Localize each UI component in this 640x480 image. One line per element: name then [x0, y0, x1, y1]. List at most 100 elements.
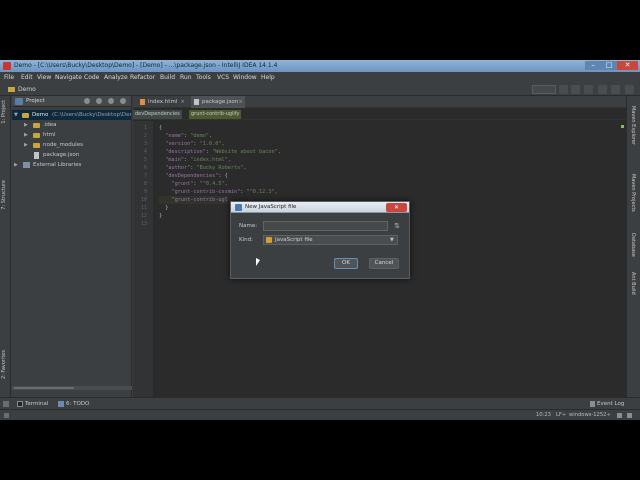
menu-window[interactable]: Window: [233, 73, 257, 82]
tool-tab-maven-explorer[interactable]: Maven Explorer: [630, 106, 636, 145]
tab-package-json[interactable]: package.json ×: [191, 96, 245, 108]
tool-tab-favorites[interactable]: 2: Favorites: [1, 350, 7, 379]
close-tab-icon[interactable]: ×: [238, 96, 243, 108]
expand-arrow-icon[interactable]: ▶: [24, 140, 28, 150]
name-input[interactable]: [263, 221, 388, 231]
menu-navigate[interactable]: Navigate: [55, 73, 82, 82]
inspection-ok-icon[interactable]: [621, 125, 624, 128]
tool-tab-structure[interactable]: 7: Structure: [1, 180, 7, 210]
file-encoding[interactable]: windows-1252÷: [569, 410, 611, 420]
collapse-arrow-icon[interactable]: ▼: [14, 110, 18, 120]
inspector-icon[interactable]: [627, 413, 632, 418]
lock-icon[interactable]: [617, 413, 622, 418]
expand-arrow-icon[interactable]: ▶: [14, 160, 18, 170]
tree-item-idea[interactable]: ▶ .idea: [12, 120, 131, 130]
code-line[interactable]: {: [159, 124, 162, 132]
scrollbar-thumb[interactable]: [14, 387, 74, 389]
close-tab-icon[interactable]: ×: [180, 96, 185, 108]
project-view-icon: [15, 98, 23, 105]
nav-breadcrumb-demo[interactable]: Demo: [18, 85, 36, 94]
menu-analyze[interactable]: Analyze: [104, 73, 128, 82]
minimize-button[interactable]: –: [585, 61, 601, 70]
menu-view[interactable]: View: [37, 73, 51, 82]
tool-tab-maven-projects[interactable]: Maven Projects: [630, 174, 636, 212]
menu-build[interactable]: Build: [160, 73, 175, 82]
code-line[interactable]: "version": "1.0.0",: [159, 140, 224, 148]
menu-help[interactable]: Help: [261, 73, 275, 82]
tree-label: html: [43, 132, 56, 138]
code-line[interactable]: "description": "Website about bacon",: [159, 148, 281, 156]
menu-tools[interactable]: Tools: [196, 73, 211, 82]
settings-icon[interactable]: [598, 85, 607, 94]
tool-tab-project[interactable]: 1: Project: [1, 100, 7, 124]
code-line[interactable]: "main": "index.html",: [159, 156, 231, 164]
gear-icon[interactable]: [108, 98, 114, 104]
help-icon[interactable]: [625, 85, 634, 94]
sync-icon[interactable]: [84, 98, 90, 104]
code-line-current[interactable]: "grunt-contrib-ugl: [159, 196, 228, 204]
menu-edit[interactable]: Edit: [21, 73, 33, 82]
menu-refactor[interactable]: Refactor: [130, 73, 155, 82]
dialog-title-bar: New JavaScript file ✕: [231, 202, 409, 213]
line-separator[interactable]: LF÷: [556, 410, 566, 420]
tool-tab-ant-build[interactable]: Ant Build: [630, 272, 636, 295]
code-line[interactable]: }: [159, 204, 168, 212]
folder-icon: [33, 133, 40, 138]
json-value: "1.0.0": [199, 141, 222, 147]
menu-code[interactable]: Code: [84, 73, 99, 82]
cancel-button[interactable]: Cancel: [369, 258, 399, 269]
close-window-button[interactable]: ✕: [617, 61, 638, 70]
maximize-button[interactable]: □: [601, 61, 617, 70]
json-key: "description": [165, 149, 206, 155]
dialog-close-button[interactable]: ✕: [386, 203, 407, 212]
tree-item-node-modules[interactable]: ▶ node_modules: [12, 140, 131, 150]
tree-item-package-json[interactable]: package.json: [12, 150, 131, 160]
run-configuration-dropdown[interactable]: [532, 85, 556, 94]
run-icon[interactable]: [559, 85, 568, 94]
expand-arrow-icon[interactable]: ▶: [24, 130, 28, 140]
json-key: "grunt": [171, 181, 194, 187]
json-value: {: [224, 173, 228, 179]
code-line[interactable]: "devDependencies": {: [159, 172, 228, 180]
ok-button[interactable]: OK: [334, 258, 358, 269]
stop-icon[interactable]: [584, 85, 593, 94]
menu-run[interactable]: Run: [180, 73, 192, 82]
tool-tab-database[interactable]: Database: [630, 233, 636, 257]
collapse-all-icon[interactable]: [96, 98, 102, 104]
line-number: 9: [143, 189, 147, 195]
json-key: "main": [165, 157, 184, 163]
line-number: 7: [143, 173, 147, 179]
caret-position[interactable]: 10:23: [536, 410, 551, 420]
tree-item-external-libraries[interactable]: ▶ External Libraries: [12, 160, 131, 170]
sort-icon[interactable]: ⇅: [392, 221, 402, 231]
project-panel-header: Project: [12, 96, 131, 107]
tab-index-html[interactable]: index.html ×: [137, 96, 187, 108]
code-line[interactable]: }: [159, 212, 162, 220]
project-view-selector[interactable]: Project: [26, 97, 45, 106]
hide-panel-icon[interactable]: [120, 98, 126, 104]
library-icon: [23, 162, 30, 168]
folder-icon: [33, 143, 40, 148]
code-line[interactable]: "author": "Bucky Roberts",: [159, 164, 246, 172]
expand-arrow-icon[interactable]: ▶: [24, 120, 28, 130]
debug-icon[interactable]: [571, 85, 580, 94]
breadcrumb-dev-dependencies[interactable]: devDependencies: [133, 110, 182, 119]
tool-windows-icon[interactable]: [3, 401, 9, 407]
line-number: 10: [140, 197, 147, 203]
tree-item-html[interactable]: ▶ html: [12, 130, 131, 140]
menu-vcs[interactable]: VCS: [217, 73, 229, 82]
kind-dropdown[interactable]: JavaScript file ▼: [263, 235, 398, 245]
project-structure-icon[interactable]: [611, 85, 620, 94]
tree-item-demo-root[interactable]: ▼ Demo (C:\Users\Bucky\Desktop\Dem: [12, 110, 131, 120]
menu-file[interactable]: File: [4, 73, 14, 82]
code-line[interactable]: "name": "demo",: [159, 132, 212, 140]
json-value: "^0.4.5": [199, 181, 225, 187]
folder-icon: [8, 87, 15, 92]
breadcrumb-grunt-contrib-uglify[interactable]: grunt-contrib-uglify: [189, 110, 242, 119]
code-line[interactable]: "grunt": "^0.4.5",: [159, 180, 228, 188]
json-key: "name": [165, 133, 184, 139]
json-value: }: [159, 213, 163, 219]
code-line[interactable]: "grunt-contrib-cssmin": "^0.12.3",: [159, 188, 278, 196]
json-value: "demo": [190, 133, 209, 139]
project-tool-window: Project ▼ Demo (C:\Users\Bucky\Desktop\D…: [12, 96, 132, 397]
